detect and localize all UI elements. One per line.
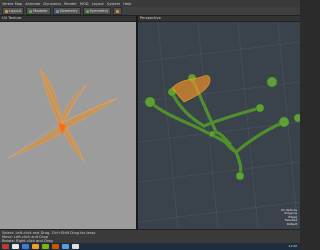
geometry-icon (55, 9, 59, 13)
os-taskbar: 11:42 (0, 243, 300, 250)
menu-bar: Vertex Map Animate Dynamics Render MOD L… (0, 0, 300, 7)
perspective-viewport[interactable]: UV Vertices Polygons Edges Selected Defa… (138, 22, 300, 229)
menu-system[interactable]: System (107, 2, 120, 6)
menu-dynamics[interactable]: Dynamics (43, 2, 61, 6)
menu-render[interactable]: Render (64, 2, 77, 6)
selected-leaf (171, 75, 211, 103)
toolbar-layout-button[interactable]: Layout (2, 7, 25, 15)
layout-icon (5, 9, 8, 13)
plant-model-graphic (138, 22, 300, 229)
menu-help[interactable]: Help (123, 2, 131, 6)
toolbar: Layout Modeler Geometry Symmetry (0, 7, 300, 16)
taskbar-app-icon[interactable] (72, 244, 79, 249)
taskbar-app-icon[interactable] (32, 244, 39, 249)
menu-layout[interactable]: Layout (92, 2, 104, 6)
taskbar-app-icon[interactable] (62, 244, 69, 249)
modeler-icon (29, 9, 33, 13)
toolbar-extra-button[interactable] (113, 7, 123, 15)
symmetry-icon (85, 9, 89, 13)
info-overlay: UV Vertices Polygons Edges Selected Defa… (280, 207, 297, 226)
uv-mesh-graphic (7, 67, 119, 163)
toolbar-modeler-button[interactable]: Modeler (26, 7, 51, 15)
status-bar: Select: Left-click and Drag, Ctrl+Shift … (0, 229, 300, 243)
menu-animate[interactable]: Animate (25, 2, 40, 6)
uv-viewport[interactable] (0, 22, 136, 229)
taskbar-app-icon[interactable] (22, 244, 29, 249)
taskbar-app-icon[interactable] (42, 244, 49, 249)
taskbar-app-icon[interactable] (12, 244, 19, 249)
toolbar-symmetry-button[interactable]: Symmetry (82, 7, 112, 15)
tool-icon (116, 9, 120, 13)
taskbar-app-icon[interactable] (52, 244, 59, 249)
menu-mod[interactable]: MOD (80, 2, 89, 6)
toolbar-geometry-button[interactable]: Geometry (52, 7, 81, 15)
menu-vertex-map[interactable]: Vertex Map (2, 2, 22, 6)
taskbar-app-icon[interactable] (2, 244, 9, 249)
taskbar-clock[interactable]: 11:42 (288, 244, 297, 248)
